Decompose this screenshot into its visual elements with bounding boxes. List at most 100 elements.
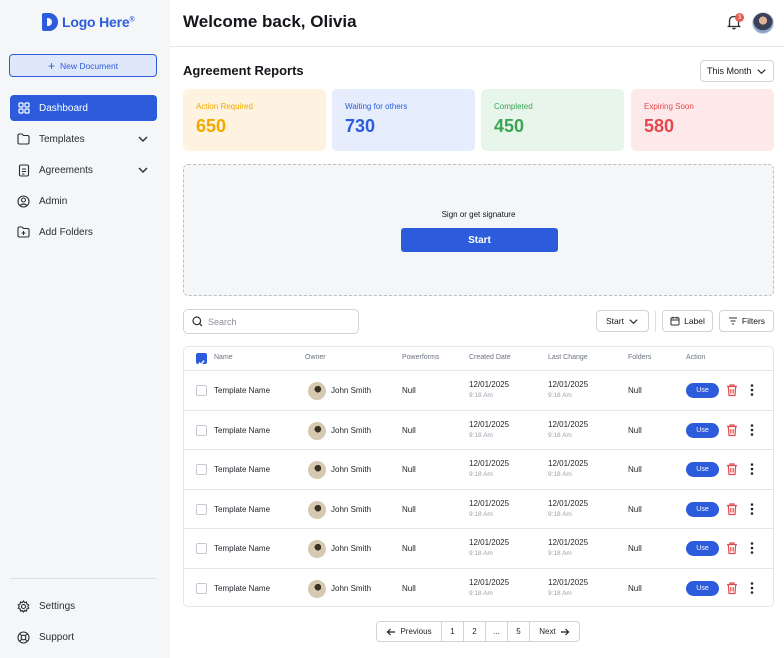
filters-button[interactable]: Filters	[719, 310, 774, 332]
row-checkbox[interactable]	[196, 543, 207, 554]
page-button[interactable]: 5	[508, 622, 530, 641]
folders-value: Null	[628, 465, 642, 474]
sidebar-item-templates[interactable]: Templates	[10, 126, 157, 152]
column-header-powerforms[interactable]: Powerforms	[402, 354, 439, 361]
template-name[interactable]: Template Name	[214, 584, 270, 593]
start-button[interactable]: Start	[401, 228, 558, 252]
column-header-name[interactable]: Name	[214, 354, 233, 361]
check-icon	[198, 360, 205, 366]
table-row[interactable]: Template Name John Smith Null 12/01/2025 9:1…	[184, 450, 773, 490]
stat-card-completed[interactable]: Completed 450	[481, 89, 624, 151]
start-filter-select[interactable]: Start	[596, 310, 649, 332]
new-document-button[interactable]: + New Document	[9, 54, 157, 77]
folders-value: Null	[628, 544, 642, 553]
sidebar-item-settings[interactable]: Settings	[10, 593, 157, 619]
trash-icon[interactable]	[725, 502, 739, 516]
signature-prompt: Sign or get signature	[441, 210, 516, 219]
section-title: Agreement Reports	[183, 63, 304, 78]
column-header-created-date[interactable]: Created Date	[469, 354, 511, 361]
sidebar-item-dashboard[interactable]: Dashboard	[10, 95, 157, 121]
stat-value: 730	[345, 116, 376, 136]
sidebar-bottom-nav: Settings Support	[10, 593, 157, 655]
column-header-folders[interactable]: Folders	[628, 354, 651, 361]
search-input[interactable]	[208, 316, 348, 327]
use-button[interactable]: Use	[686, 422, 719, 438]
trash-icon[interactable]	[725, 541, 739, 555]
filter-icon	[728, 317, 737, 325]
label-button[interactable]: Label	[662, 310, 713, 332]
sidebar-item-admin[interactable]: Admin	[10, 188, 157, 214]
more-options-icon[interactable]	[749, 383, 755, 397]
page-button[interactable]: 2	[464, 622, 486, 641]
use-button[interactable]: Use	[686, 383, 719, 398]
use-button[interactable]: Use	[686, 501, 719, 517]
owner-avatar	[308, 382, 326, 400]
row-checkbox[interactable]	[196, 424, 207, 436]
stat-value: 580	[644, 116, 675, 136]
stat-value: 450	[494, 116, 525, 136]
use-button[interactable]: Use	[686, 541, 719, 556]
created-date: 12/01/2025 9:18 Am	[469, 499, 509, 518]
page-button[interactable]: 1	[442, 622, 464, 641]
last-change-date-value: 12/01/2025	[548, 419, 589, 429]
stat-card-action-required[interactable]: Action Required 650	[183, 89, 326, 151]
row-checkbox[interactable]	[196, 503, 207, 515]
table-row[interactable]: Template Name John Smith Null 12/01/2025 9:1…	[184, 529, 773, 569]
stat-label: Action Required	[196, 102, 253, 111]
chevron-down-icon[interactable]	[137, 164, 149, 176]
sidebar-item-label: Agreements	[39, 164, 93, 176]
arrow-right-icon	[560, 628, 570, 635]
row-checkbox[interactable]	[196, 582, 207, 594]
created-time-value: 9:18 Am	[469, 550, 493, 557]
table-row[interactable]: Template Name John Smith Null 12/01/2025 9:1…	[184, 371, 773, 411]
trash-icon[interactable]	[725, 423, 739, 437]
row-checkbox[interactable]	[196, 464, 207, 475]
created-date: 12/01/2025 9:18 Am	[469, 578, 509, 597]
more-options-icon[interactable]	[749, 462, 755, 476]
owner-name: John Smith	[331, 504, 372, 514]
next-page-button[interactable]: Next	[530, 622, 579, 641]
signature-dropzone[interactable]: Sign or get signature Start	[183, 164, 774, 296]
column-header-last-change[interactable]: Last Change	[548, 354, 588, 361]
sidebar-item-add-folders[interactable]: Add Folders	[10, 219, 157, 245]
trash-icon[interactable]	[725, 383, 739, 397]
avatar[interactable]	[752, 12, 774, 34]
column-header-action: Action	[686, 354, 706, 361]
more-options-icon[interactable]	[749, 423, 755, 437]
more-options-icon[interactable]	[749, 502, 755, 516]
table-row[interactable]: Template Name John Smith Null 12/01/2025 9:1…	[184, 490, 773, 529]
logo-icon	[42, 13, 58, 31]
last-change-date-value: 12/01/2025	[548, 459, 589, 468]
select-all-checkbox[interactable]	[196, 353, 207, 366]
template-name[interactable]: Template Name	[214, 505, 270, 514]
sidebar-item-support[interactable]: Support	[10, 624, 157, 650]
row-checkbox[interactable]	[196, 385, 207, 396]
last-change-date: 12/01/2025 9:18 Am	[548, 420, 588, 439]
template-name[interactable]: Template Name	[214, 386, 270, 395]
owner-avatar	[308, 461, 326, 479]
logo[interactable]: Logo Here®	[42, 13, 135, 31]
column-header-owner[interactable]: Owner	[305, 354, 326, 361]
search-box[interactable]	[183, 309, 359, 334]
more-options-icon[interactable]	[749, 581, 755, 595]
template-name[interactable]: Template Name	[214, 465, 270, 474]
start-filter-label: Start	[606, 316, 624, 326]
previous-page-button[interactable]: Previous	[377, 622, 442, 641]
last-change-time-value: 9:18 Am	[548, 589, 572, 597]
template-name[interactable]: Template Name	[214, 544, 270, 553]
trash-icon[interactable]	[725, 581, 739, 595]
stat-card-expiring[interactable]: Expiring Soon 580	[631, 89, 774, 151]
table-row[interactable]: Template Name John Smith Null 12/01/2025 9:1…	[184, 569, 773, 609]
chevron-down-icon	[757, 69, 766, 75]
use-button[interactable]: Use	[686, 462, 719, 477]
stat-card-waiting[interactable]: Waiting for others 730	[332, 89, 475, 151]
chevron-down-icon	[629, 318, 638, 324]
more-options-icon[interactable]	[749, 541, 755, 555]
sidebar-item-agreements[interactable]: Agreements	[10, 157, 157, 183]
trash-icon[interactable]	[725, 462, 739, 476]
template-name[interactable]: Template Name	[214, 426, 270, 435]
table-row[interactable]: Template Name John Smith Null 12/01/2025 9:1…	[184, 411, 773, 450]
period-select[interactable]: This Month	[700, 60, 774, 82]
use-button[interactable]: Use	[686, 580, 719, 596]
chevron-down-icon[interactable]	[137, 133, 149, 145]
